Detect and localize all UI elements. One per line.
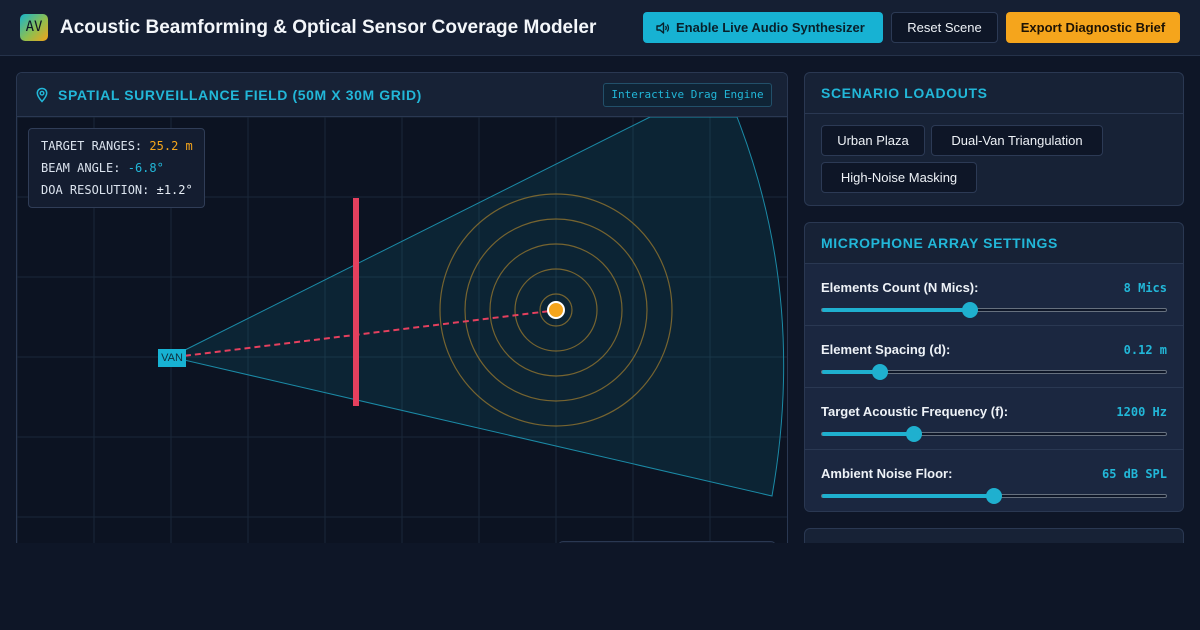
noise-value: 65 dB SPL	[1101, 467, 1167, 481]
enable-audio-button[interactable]: Enable Live Audio Synthesizer	[643, 12, 883, 43]
frequency-slider-fill	[822, 432, 915, 436]
slider-row-noise: Ambient Noise Floor: 65 dB SPL	[805, 449, 1183, 511]
drag-engine-badge: Interactive Drag Engine	[603, 83, 772, 107]
elements-slider-fill	[822, 308, 971, 312]
top-bar: AV Acoustic Beamforming & Optical Sensor…	[0, 0, 1200, 56]
speaker-icon	[656, 14, 672, 45]
angle-readout: BEAM ANGLE: -6.8°	[41, 161, 164, 175]
slider-row-elements: Elements Count (N Mics): 8 Mics	[805, 263, 1183, 325]
frequency-slider-thumb[interactable]	[906, 426, 922, 442]
slider-row-frequency: Target Acoustic Frequency (f): 1200 Hz	[805, 387, 1183, 449]
doa-value: ±1.2°	[156, 183, 193, 197]
spacing-label: Element Spacing (d):	[821, 342, 951, 357]
app-logo: AV	[20, 14, 48, 41]
viewport-cutoff	[0, 543, 1200, 630]
doa-readout: DOA RESOLUTION: ±1.2°	[41, 183, 193, 197]
frequency-value: 1200 Hz	[1116, 405, 1167, 419]
angle-value: -6.8°	[127, 161, 164, 175]
reset-scene-button[interactable]: Reset Scene	[891, 12, 998, 43]
elements-value: 8 Mics	[1123, 281, 1167, 295]
elements-label: Elements Count (N Mics):	[821, 280, 979, 295]
scenario-loadouts-card: SCENARIO LOADOUTS Urban Plaza Dual-Van T…	[804, 72, 1184, 206]
array-settings-title: MICROPHONE ARRAY SETTINGS	[805, 223, 1183, 264]
app-title: Acoustic Beamforming & Optical Sensor Co…	[60, 17, 597, 38]
export-brief-button[interactable]: Export Diagnostic Brief	[1006, 12, 1180, 43]
noise-slider-fill	[822, 494, 995, 498]
range-readout: TARGET RANGES: 25.2 m	[41, 139, 193, 153]
loadouts-title: SCENARIO LOADOUTS	[805, 73, 1183, 114]
frequency-slider-track[interactable]	[821, 432, 1167, 436]
mic-array-settings-card: MICROPHONE ARRAY SETTINGS Elements Count…	[804, 222, 1184, 512]
obstacle-wall	[353, 198, 359, 406]
target-marker	[547, 301, 565, 319]
beam-coverage-cone	[169, 117, 785, 497]
slider-row-spacing: Element Spacing (d): 0.12 m	[805, 325, 1183, 387]
loadout-high-noise[interactable]: High-Noise Masking	[821, 162, 977, 193]
noise-label: Ambient Noise Floor:	[821, 466, 953, 481]
spacing-value: 0.12 m	[1123, 343, 1167, 357]
target-readout: TARGET RANGES: 25.2 m BEAM ANGLE: -6.8° …	[28, 128, 205, 208]
field-header: SPATIAL SURVEILLANCE FIELD (50M X 30M GR…	[17, 73, 787, 117]
field-title: SPATIAL SURVEILLANCE FIELD (50M X 30M GR…	[58, 87, 422, 103]
loadout-urban-plaza[interactable]: Urban Plaza	[821, 125, 925, 156]
range-value: 25.2 m	[149, 139, 193, 153]
spacing-slider-thumb[interactable]	[872, 364, 888, 380]
frequency-label: Target Acoustic Frequency (f):	[821, 404, 1009, 419]
elements-slider-track[interactable]	[821, 308, 1167, 312]
loadout-dual-van[interactable]: Dual-Van Triangulation	[931, 125, 1103, 156]
map-pin-icon	[34, 87, 50, 103]
surveillance-field-panel: SPATIAL SURVEILLANCE FIELD (50M X 30M GR…	[16, 72, 788, 552]
elements-slider-thumb[interactable]	[962, 302, 978, 318]
enable-audio-label: Enable Live Audio Synthesizer	[676, 20, 865, 35]
van-marker[interactable]: VAN	[158, 349, 186, 367]
noise-slider-thumb[interactable]	[986, 488, 1002, 504]
